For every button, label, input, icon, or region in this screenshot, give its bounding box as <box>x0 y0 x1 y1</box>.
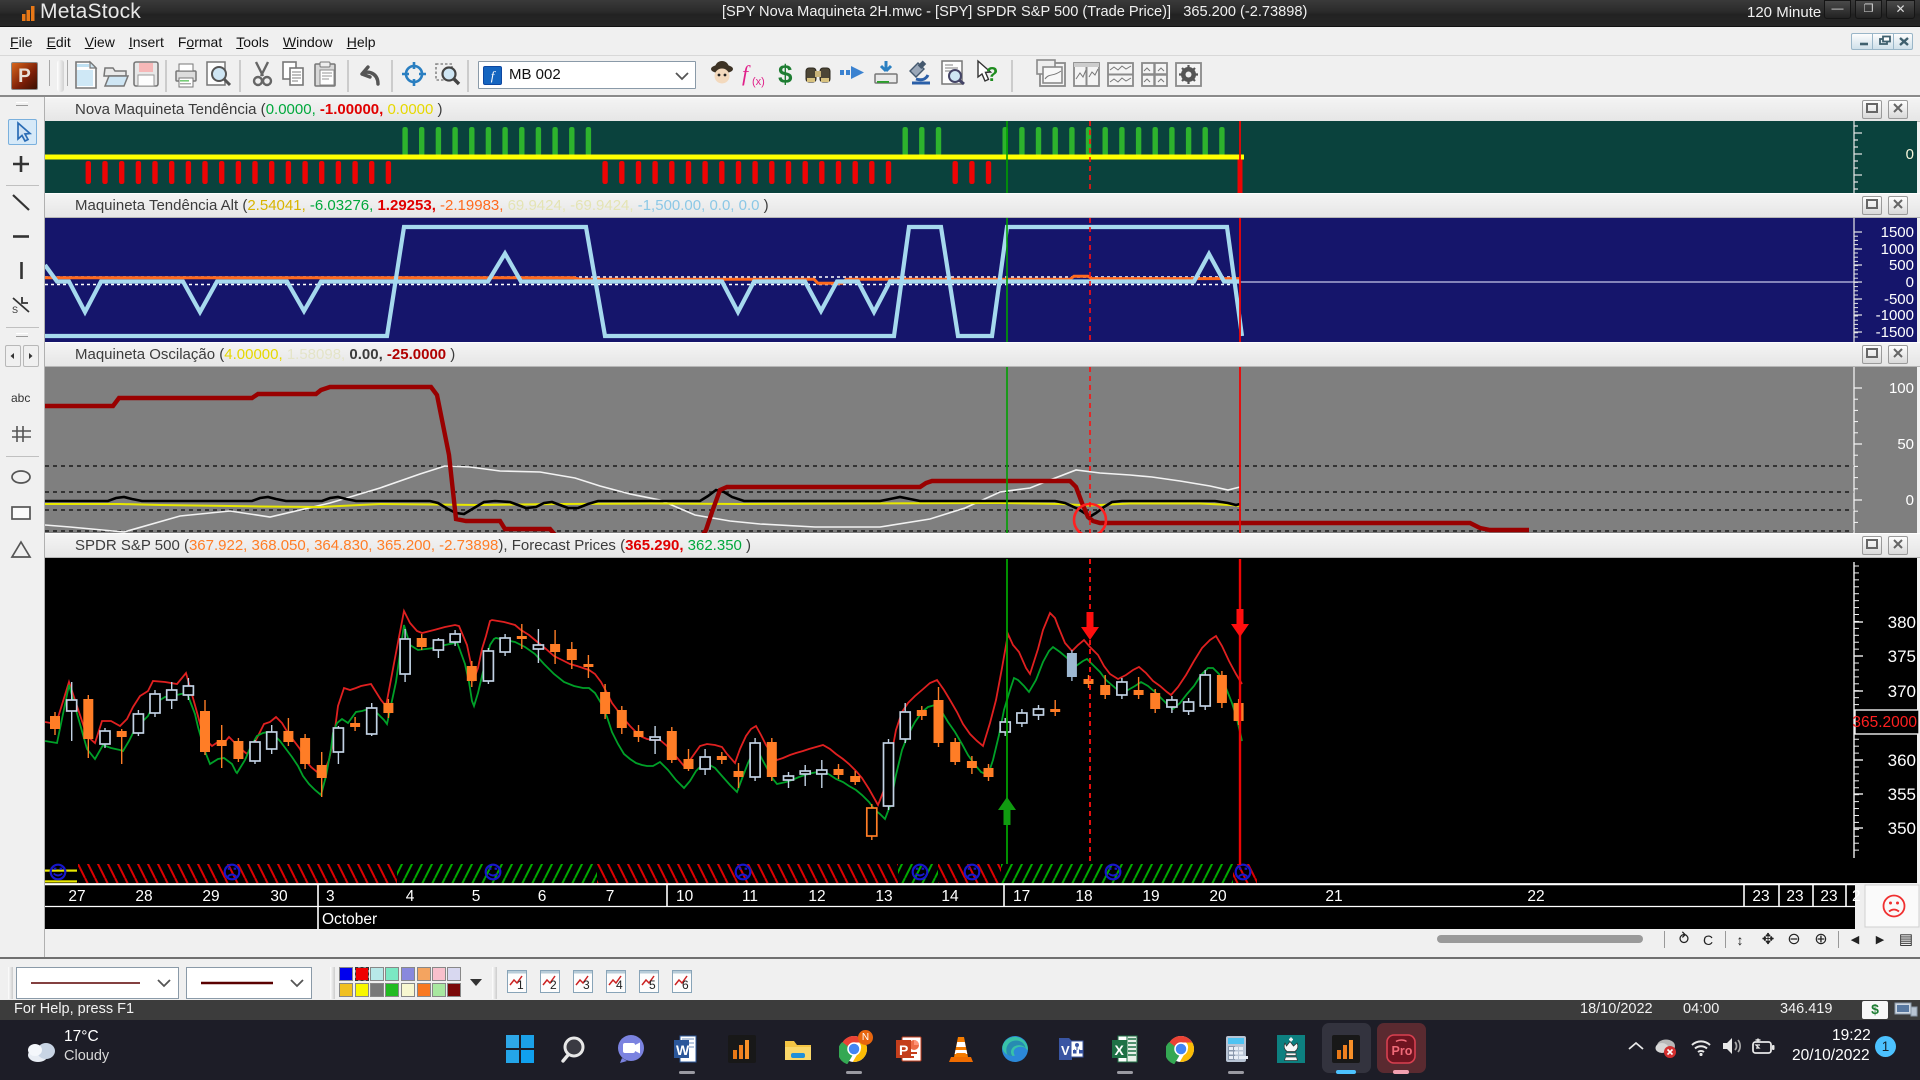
svg-text:5: 5 <box>472 888 481 905</box>
svg-text:13: 13 <box>875 888 892 905</box>
svg-text:360: 360 <box>1888 751 1916 770</box>
svg-text:5: 5 <box>649 978 656 992</box>
svg-text:(x): (x) <box>752 76 765 88</box>
svg-text:14: 14 <box>941 888 959 905</box>
svg-text:30: 30 <box>270 888 288 905</box>
svg-text:50: 50 <box>1897 436 1914 453</box>
svg-text:P: P <box>899 1042 908 1058</box>
svg-text:W: W <box>676 1042 690 1058</box>
svg-text:19: 19 <box>1142 888 1159 905</box>
svg-text:23: 23 <box>1752 888 1769 905</box>
svg-text:V: V <box>1061 1043 1070 1058</box>
svg-text:-1000: -1000 <box>1876 307 1914 324</box>
svg-text:0: 0 <box>1906 146 1914 163</box>
svg-text:380: 380 <box>1888 613 1916 632</box>
svg-text:6: 6 <box>682 978 689 992</box>
svg-text:3: 3 <box>583 978 590 992</box>
svg-text:4: 4 <box>616 978 623 992</box>
svg-text:6: 6 <box>538 888 547 905</box>
svg-text:1000: 1000 <box>1881 241 1914 258</box>
svg-text:350: 350 <box>1888 819 1916 838</box>
svg-text:11: 11 <box>742 888 758 905</box>
svg-text:20: 20 <box>1209 888 1227 905</box>
svg-text:X: X <box>1115 1042 1125 1058</box>
svg-text:1: 1 <box>517 978 524 992</box>
svg-text:October: October <box>322 911 377 928</box>
svg-text:10: 10 <box>676 888 694 905</box>
svg-text:375: 375 <box>1888 647 1916 666</box>
svg-text:18: 18 <box>1075 888 1092 905</box>
svg-text:2: 2 <box>1852 888 1861 905</box>
svg-text:1500: 1500 <box>1881 224 1914 241</box>
svg-text:22: 22 <box>1527 888 1544 905</box>
svg-text:?: ? <box>986 64 998 86</box>
svg-text:0: 0 <box>1906 274 1914 291</box>
svg-text:27: 27 <box>68 888 85 905</box>
svg-text:2: 2 <box>550 978 557 992</box>
svg-text:abc: abc <box>11 391 30 405</box>
svg-text:21: 21 <box>1325 888 1342 905</box>
svg-text:3: 3 <box>326 888 335 905</box>
svg-text:S: S <box>12 305 18 315</box>
svg-text:-500: -500 <box>1884 291 1914 308</box>
svg-text:28: 28 <box>135 888 152 905</box>
svg-text:7: 7 <box>606 888 615 905</box>
svg-text:23: 23 <box>1820 888 1837 905</box>
svg-text:17: 17 <box>1013 888 1030 905</box>
svg-text:$: $ <box>778 59 793 89</box>
svg-text:355: 355 <box>1888 785 1916 804</box>
svg-text:f: f <box>742 61 751 86</box>
svg-text:Pro: Pro <box>1392 1044 1413 1058</box>
svg-text:100: 100 <box>1889 380 1914 397</box>
svg-text:29: 29 <box>202 888 219 905</box>
svg-text:4: 4 <box>406 888 415 905</box>
svg-text:12: 12 <box>808 888 825 905</box>
svg-text:23: 23 <box>1786 888 1803 905</box>
svg-text:-1500: -1500 <box>1876 324 1914 341</box>
svg-text:370: 370 <box>1888 682 1916 701</box>
svg-text:0: 0 <box>1906 492 1914 509</box>
svg-text:365.2000: 365.2000 <box>1852 714 1917 731</box>
svg-text:500: 500 <box>1889 257 1914 274</box>
